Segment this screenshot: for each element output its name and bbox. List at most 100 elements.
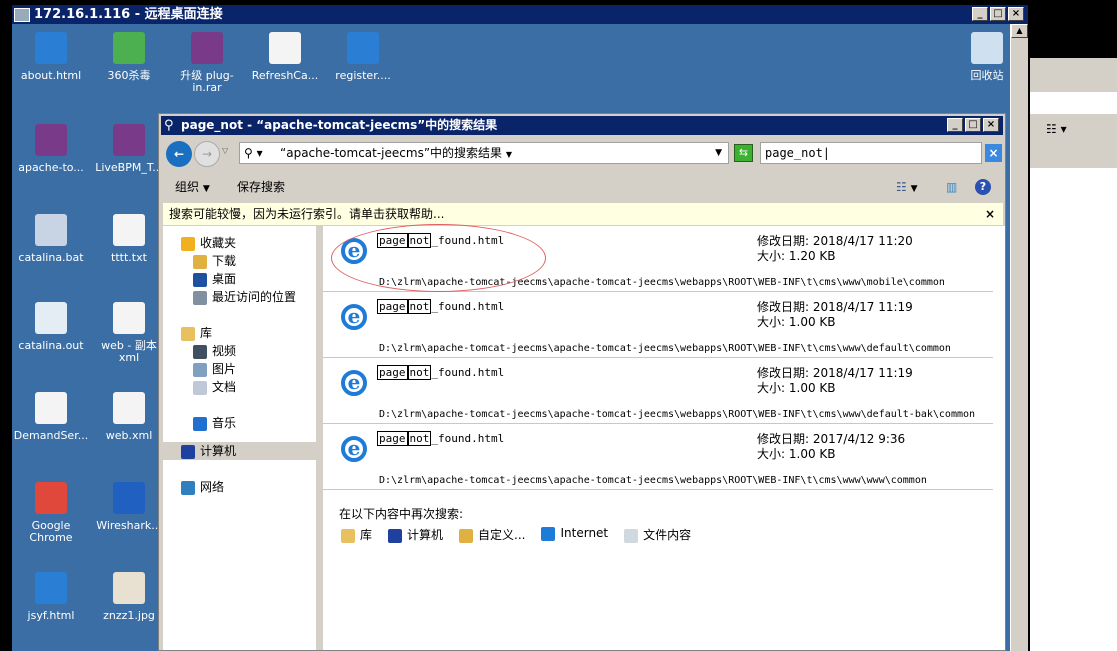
search-input[interactable]: page_not| bbox=[760, 142, 982, 164]
desktop-icon[interactable]: web.xml bbox=[90, 392, 168, 442]
rdp-icon bbox=[14, 8, 30, 22]
nav-icon bbox=[193, 254, 207, 269]
file-icon bbox=[35, 572, 67, 604]
nav-label: 最近访问的位置 bbox=[212, 290, 297, 304]
file-name[interactable]: page not _found.html bbox=[377, 431, 504, 446]
save-search-button[interactable]: 保存搜索 bbox=[237, 172, 285, 202]
preview-pane-icon[interactable]: ▥ bbox=[946, 172, 957, 202]
file-path: D:\zlrm\apache-tomcat-jeecms\apache-tomc… bbox=[379, 343, 951, 354]
navigation-pane: 收藏夹 下载 桌面最近访问的位置库视频图片文档音乐计算机网络 bbox=[163, 226, 319, 650]
info-bar[interactable]: 搜索可能较慢，因为未运行索引。请单击获取帮助... × bbox=[163, 203, 1003, 225]
file-name[interactable]: page not _found.html bbox=[377, 365, 504, 380]
file-icon bbox=[191, 32, 223, 64]
file-icon bbox=[113, 482, 145, 514]
file-name[interactable]: page not _found.html bbox=[377, 299, 504, 314]
clear-search-button[interactable]: × bbox=[985, 144, 1002, 162]
address-dropdown[interactable]: ▼ bbox=[715, 143, 722, 163]
desktop-icon-label: 升级 plug-in.rar bbox=[180, 69, 234, 94]
desktop-icon[interactable]: Wireshark... bbox=[90, 482, 168, 532]
views-button[interactable]: ☷ ▼ bbox=[896, 172, 918, 204]
desktop-icon[interactable]: about.html bbox=[12, 32, 90, 82]
close-button[interactable]: × bbox=[983, 118, 999, 132]
search-again-option[interactable]: 自定义... bbox=[459, 526, 525, 543]
address-text: “apache-tomcat-jeecms”中的搜索结果 bbox=[280, 146, 503, 160]
file-icon bbox=[269, 32, 301, 64]
nav-icon bbox=[181, 444, 195, 459]
nav-item[interactable]: 视频 bbox=[193, 342, 236, 359]
nav-label: 文档 bbox=[212, 380, 237, 394]
nav-item[interactable]: 最近访问的位置 bbox=[193, 288, 296, 305]
back-button[interactable]: ← bbox=[166, 141, 192, 167]
file-icon bbox=[113, 392, 145, 424]
explorer-title-bar[interactable]: ⚲ page_not - “apache-tomcat-jeecms”中的搜索结… bbox=[161, 116, 1003, 135]
result-item[interactable]: e page not _found.html 修改日期: 2018/4/17 11:… bbox=[323, 358, 993, 424]
desktop-icon-label: apache-to... bbox=[18, 161, 84, 174]
desktop-icon-label: znzz1.jpg bbox=[103, 609, 155, 622]
desktop-icon[interactable]: catalina.out bbox=[12, 302, 90, 352]
minimize-button[interactable]: _ bbox=[947, 118, 963, 132]
nav-item[interactable]: 文档 bbox=[193, 378, 236, 395]
desktop-icon[interactable]: 360杀毒 bbox=[90, 32, 168, 82]
desktop-icon[interactable]: Google Chrome bbox=[12, 482, 90, 544]
maximize-button[interactable]: □ bbox=[990, 7, 1006, 21]
address-bar[interactable]: ⚲ ▾ “apache-tomcat-jeecms”中的搜索结果 ▼ ▼ bbox=[239, 142, 729, 164]
desktop-icon[interactable]: jsyf.html bbox=[12, 572, 90, 622]
nav-item[interactable]: 计算机 bbox=[163, 442, 319, 460]
maximize-button[interactable]: □ bbox=[965, 118, 981, 132]
desktop-icon[interactable]: DemandSer... bbox=[12, 392, 90, 442]
search-again-option[interactable]: 库 bbox=[341, 526, 372, 543]
forward-button[interactable]: → bbox=[194, 141, 220, 167]
organize-button[interactable]: 组织 ▼ bbox=[175, 172, 210, 204]
desktop-icon[interactable]: web - 副本 xml bbox=[90, 302, 168, 364]
desktop-icon[interactable]: apache-to... bbox=[12, 124, 90, 174]
option-icon bbox=[341, 528, 355, 543]
desktop-icon-label: web - 副本 xml bbox=[101, 339, 157, 364]
nav-item[interactable]: 库 bbox=[181, 324, 212, 341]
desktop-icon-label: 回收站 bbox=[970, 69, 1004, 82]
scrollbar[interactable]: ▲ bbox=[1010, 24, 1028, 651]
refresh-button[interactable]: ⇆ bbox=[734, 144, 753, 162]
nav-item[interactable]: 桌面 bbox=[193, 270, 236, 287]
desktop-icon[interactable]: 升级 plug-in.rar bbox=[168, 32, 246, 94]
desktop-icon-label: LiveBPM_T... bbox=[95, 161, 163, 174]
file-icon bbox=[113, 572, 145, 604]
desktop-icon[interactable]: znzz1.jpg bbox=[90, 572, 168, 622]
search-again-option[interactable]: 计算机 bbox=[388, 526, 443, 543]
file-meta: 修改日期: 2017/4/12 9:36 大小: 1.00 KB bbox=[757, 432, 906, 461]
result-item[interactable]: e page not _found.html 修改日期: 2018/4/17 11:… bbox=[323, 292, 993, 358]
nav-item[interactable]: 下载 bbox=[193, 252, 236, 269]
view-icon[interactable]: ☷ ▾ bbox=[1046, 122, 1067, 136]
file-meta: 修改日期: 2018/4/17 11:20 大小: 1.20 KB bbox=[757, 234, 913, 263]
nav-label: 库 bbox=[200, 326, 213, 340]
background-window: ☷ ▾ bbox=[1030, 58, 1117, 651]
file-meta: 修改日期: 2018/4/17 11:19 大小: 1.00 KB bbox=[757, 300, 913, 329]
option-icon bbox=[459, 528, 474, 543]
file-path: D:\zlrm\apache-tomcat-jeecms\apache-tomc… bbox=[379, 409, 976, 420]
close-button[interactable]: × bbox=[1008, 7, 1024, 21]
nav-label: 视频 bbox=[212, 344, 237, 358]
search-icon: ⚲ bbox=[164, 118, 174, 133]
desktop-icon[interactable]: LiveBPM_T... bbox=[90, 124, 168, 174]
nav-item[interactable]: 网络 bbox=[181, 478, 224, 495]
file-icon bbox=[35, 214, 67, 246]
desktop-icon[interactable]: RefreshCa... bbox=[246, 32, 324, 82]
help-icon[interactable]: ? bbox=[975, 179, 991, 195]
history-dropdown[interactable]: ▽ bbox=[222, 146, 228, 155]
desktop-icon[interactable]: catalina.bat bbox=[12, 214, 90, 264]
result-item[interactable]: e page not _found.html 修改日期: 2017/4/12 9:3… bbox=[323, 424, 993, 490]
nav-item[interactable]: 音乐 bbox=[193, 414, 236, 431]
search-again-option[interactable]: Internet bbox=[541, 526, 608, 543]
circle-annotation bbox=[331, 224, 546, 292]
file-icon bbox=[35, 32, 67, 64]
rdp-title-bar[interactable]: 172.16.1.116 - 远程桌面连接 _ □ × bbox=[12, 5, 1028, 25]
close-info-icon[interactable]: × bbox=[985, 203, 995, 225]
desktop-icon[interactable]: tttt.txt bbox=[90, 214, 168, 264]
search-again-option[interactable]: 文件内容 bbox=[624, 526, 691, 543]
minimize-button[interactable]: _ bbox=[972, 7, 988, 21]
desktop-icon[interactable]: register.... bbox=[324, 32, 402, 82]
nav-item[interactable]: 收藏夹 bbox=[181, 234, 236, 251]
scroll-up-button[interactable]: ▲ bbox=[1011, 24, 1028, 38]
search-results: e page not _found.html 修改日期: 2018/4/17 11:… bbox=[323, 224, 1005, 650]
nav-item[interactable]: 图片 bbox=[193, 360, 236, 377]
desktop-icon-label: 360杀毒 bbox=[107, 69, 151, 82]
